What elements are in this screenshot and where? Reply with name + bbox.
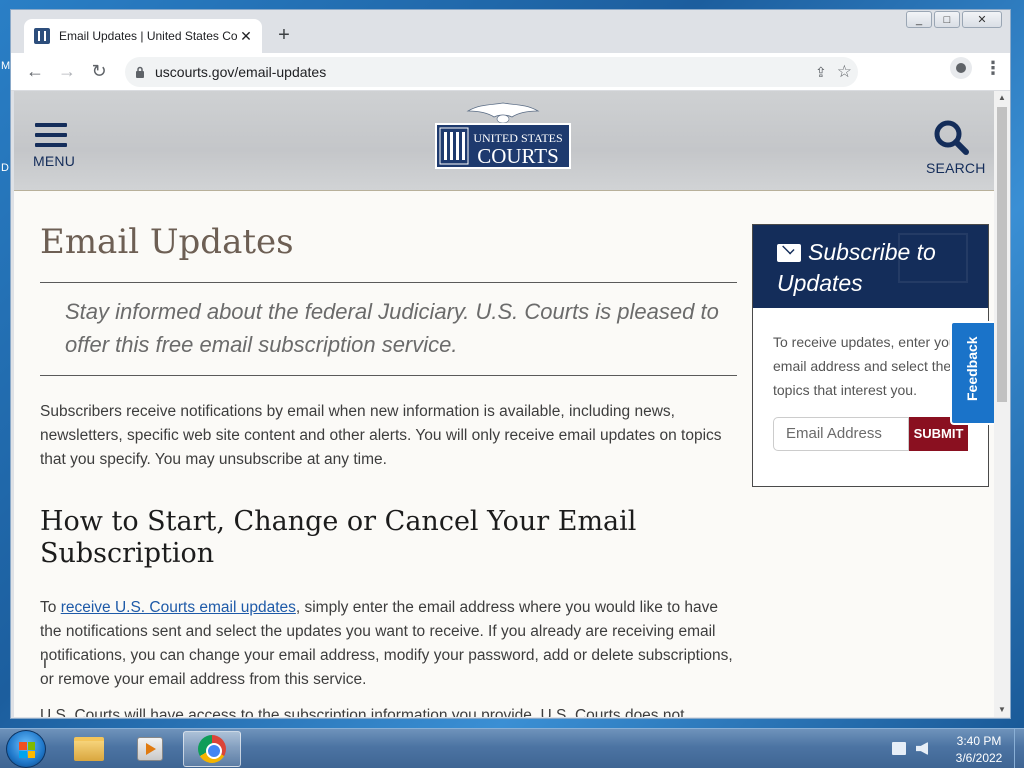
maximize-button[interactable]: □: [934, 11, 960, 28]
scroll-down-icon[interactable]: ▼: [994, 703, 1010, 717]
logo-line-1: UNITED STATES: [473, 131, 562, 145]
clock-date: 3/6/2022: [955, 751, 1003, 765]
menu-label: MENU: [33, 153, 76, 169]
window-controls: _ □ ✕: [906, 11, 1002, 28]
chrome-icon: [198, 735, 226, 763]
how-to-heading: How to Start, Change or Cancel Your Emai…: [40, 506, 637, 569]
browser-toolbar: ← → ↻ uscourts.gov/email-updates ⇪ ☆ ⋮: [11, 53, 1010, 91]
tab-title: Email Updates | United States Co: [59, 29, 237, 43]
access-paragraph: U.S. Courts will have access to the subs…: [40, 707, 685, 717]
feedback-tab[interactable]: Feedback: [950, 321, 995, 425]
back-button[interactable]: ←: [21, 58, 49, 86]
receive-updates-link[interactable]: receive U.S. Courts email updates: [61, 599, 296, 616]
show-desktop-button[interactable]: [1014, 729, 1024, 768]
scroll-up-icon[interactable]: ▲: [994, 91, 1010, 105]
email-field[interactable]: Email Address: [773, 417, 909, 451]
page-title: Email Updates: [40, 222, 294, 262]
tab-close-icon[interactable]: ✕: [238, 28, 254, 45]
system-tray: 3:40 PM 3/6/2022: [884, 729, 1024, 768]
tab-strip: Email Updates | United States Co ✕ +: [11, 10, 1010, 53]
profile-avatar[interactable]: [950, 57, 972, 79]
close-window-button[interactable]: ✕: [962, 11, 1002, 28]
how-to-paragraph: To receive U.S. Courts email updates, si…: [40, 596, 737, 692]
menu-button[interactable]: MENU: [33, 123, 76, 169]
new-tab-button[interactable]: +: [273, 25, 295, 47]
feedback-label: Feedback: [964, 336, 980, 401]
subscribe-text: To receive updates, enter your email add…: [773, 334, 962, 398]
media-player-icon: [137, 737, 163, 761]
uscourts-favicon-icon: [34, 28, 50, 44]
taskbar-chrome[interactable]: [183, 731, 241, 767]
site-header: MENU UNITED STATES COURTS SEARCH: [14, 91, 995, 191]
bookmark-star-icon[interactable]: ☆: [837, 62, 852, 82]
eagle-logo-icon: UNITED STATES COURTS: [435, 102, 571, 169]
clock[interactable]: 3:40 PM 3/6/2022: [946, 733, 1012, 767]
desktop-edge-letter: M: [1, 60, 11, 72]
para-text-before: To: [40, 599, 61, 616]
search-icon: [934, 120, 969, 155]
clock-time: 3:40 PM: [956, 734, 1002, 748]
page-scrollbar[interactable]: ▲ ▼: [994, 91, 1010, 717]
subscribers-paragraph: Subscribers receive notifications by ema…: [40, 403, 722, 468]
lock-icon: [136, 66, 144, 78]
taskbar-explorer[interactable]: [60, 731, 118, 767]
intro-text: Stay informed about the federal Judiciar…: [65, 299, 719, 357]
windows-logo-icon: [19, 742, 35, 758]
reload-button[interactable]: ↻: [85, 58, 113, 86]
page-viewport: MENU UNITED STATES COURTS SEARCH Email U…: [14, 91, 995, 717]
minimize-button[interactable]: _: [906, 11, 932, 28]
taskbar-media-player[interactable]: [121, 731, 179, 767]
forward-button[interactable]: →: [53, 58, 81, 86]
text-cursor-icon: I: [43, 655, 47, 671]
browser-menu-icon[interactable]: ⋮: [984, 58, 1002, 79]
volume-icon[interactable]: [916, 742, 928, 755]
search-label: SEARCH: [926, 160, 986, 176]
desktop-edge-letter: D: [1, 162, 9, 174]
taskbar: 3:40 PM 3/6/2022: [0, 728, 1024, 768]
divider: [40, 375, 737, 376]
share-icon[interactable]: ⇪: [815, 64, 827, 81]
envelope-watermark-icon: [898, 233, 968, 283]
start-button[interactable]: [6, 730, 46, 768]
url-text: uscourts.gov/email-updates: [155, 64, 327, 80]
logo-line-2: COURTS: [477, 144, 559, 168]
subscribe-form: Email Address SUBMIT: [773, 417, 968, 451]
tab-email-updates[interactable]: Email Updates | United States Co ✕: [24, 19, 262, 53]
folder-icon: [74, 737, 104, 761]
scroll-thumb[interactable]: [997, 107, 1007, 402]
envelope-icon: [777, 244, 801, 262]
network-icon[interactable]: [892, 742, 906, 755]
main-content: Email Updates Stay informed about the fe…: [40, 222, 737, 717]
us-courts-logo[interactable]: UNITED STATES COURTS: [434, 99, 572, 171]
site-search-button[interactable]: SEARCH: [926, 119, 986, 176]
subscribe-header: Subscribe to Updates: [753, 225, 988, 308]
browser-window: Email Updates | United States Co ✕ + _ □…: [10, 9, 1011, 719]
address-bar[interactable]: uscourts.gov/email-updates ⇪ ☆: [125, 57, 858, 87]
hamburger-icon: [33, 123, 69, 147]
